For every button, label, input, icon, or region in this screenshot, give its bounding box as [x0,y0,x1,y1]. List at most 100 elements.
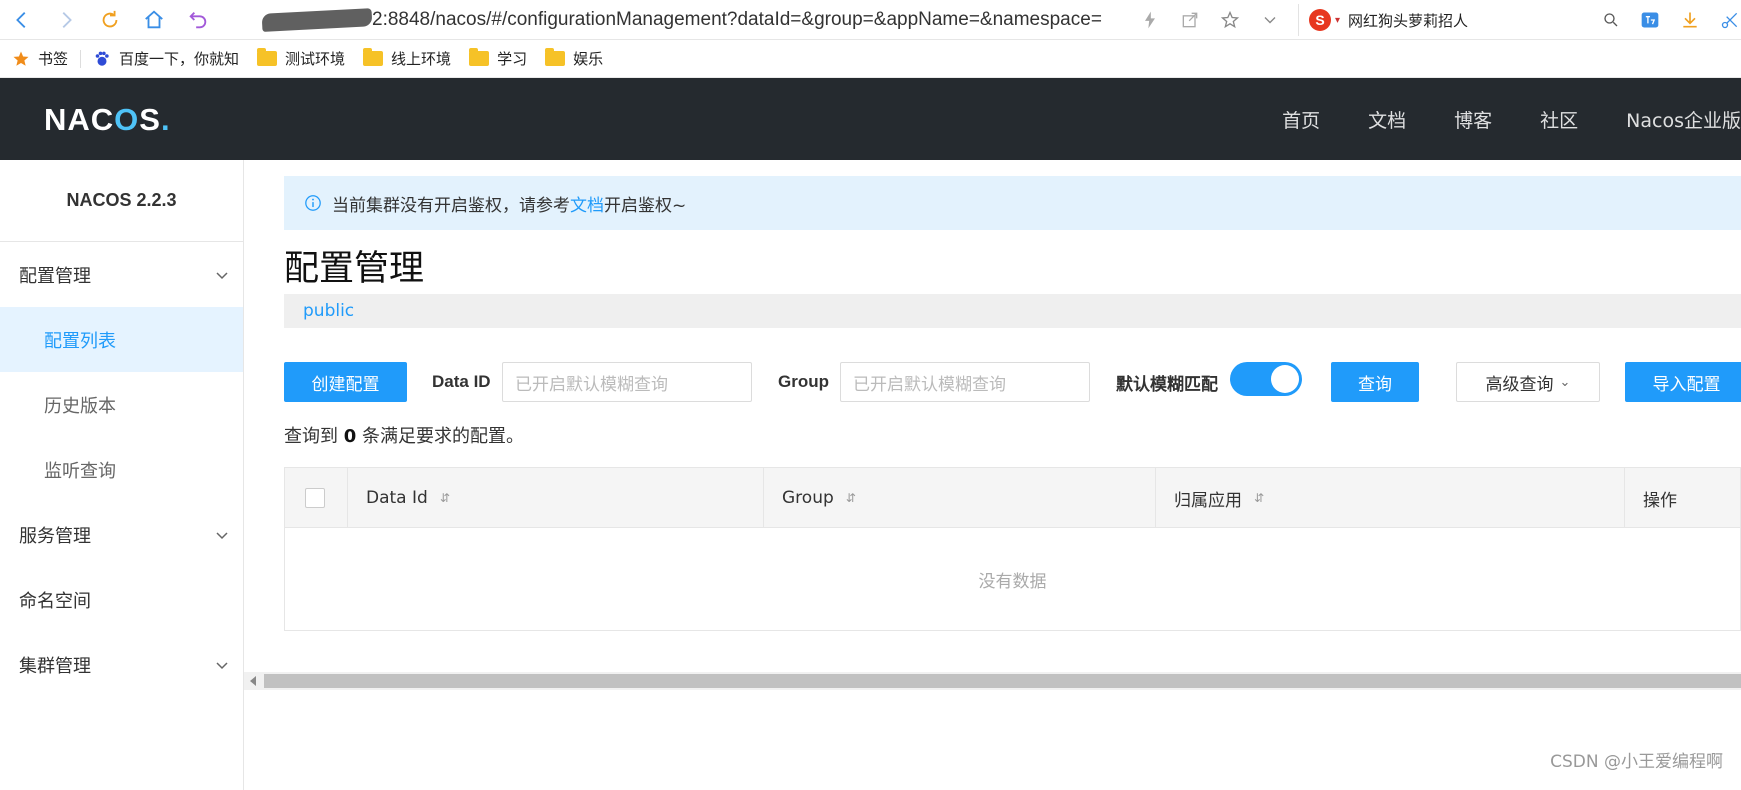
fuzzy-match-switch[interactable] [1230,362,1302,396]
logo-text-s: S [139,102,161,137]
group-input[interactable]: 已开启默认模糊查询 [840,362,1090,402]
bookmark-label: 学习 [497,50,528,68]
search-text: 网红狗头萝莉招人 [1348,11,1469,30]
redacted-host [261,8,373,32]
bookmark-baidu[interactable]: 百度一下，你就知 [93,48,239,69]
menu-item-config-list[interactable]: 配置列表 [0,307,243,372]
bookmark-folder-online[interactable]: 线上环境 [363,48,451,69]
advanced-query-button[interactable]: 高级查询 ⌄ [1456,362,1600,402]
menu-group-label: 配置管理 [19,265,91,287]
translate-icon [1641,12,1659,28]
forward-arrow-icon [62,11,72,28]
table-header: Data Id ⇵ Group ⇵ 归属应用 ⇵ 操作 [285,468,1740,528]
chevron-down-icon [216,531,228,539]
nav-enterprise[interactable]: Nacos企业版 [1626,106,1741,133]
reload-button[interactable] [88,0,132,40]
menu-namespace[interactable]: 命名空间 [0,567,243,632]
favorite-button[interactable] [1210,0,1250,40]
bookmark-label: 娱乐 [573,50,604,68]
scrollbar-thumb[interactable] [264,674,1741,688]
data-id-input[interactable]: 已开启默认模糊查询 [502,362,752,402]
menu-service-management[interactable]: 服务管理 [0,502,243,567]
search-engine-caret[interactable]: ▾ [1335,15,1340,26]
logo-dot: . [160,102,171,137]
url-text: 2:8848/nacos/#/configurationManagement?d… [372,9,1102,30]
column-label: 操作 [1643,490,1677,511]
bookmark-folder-study[interactable]: 学习 [469,48,527,69]
menu-group-label: 集群管理 [19,655,91,677]
star-icon [12,50,30,68]
nav-blog[interactable]: 博客 [1454,106,1492,133]
bookmark-label: 测试环境 [285,50,346,68]
chevron-down-icon: ⌄ [1559,374,1571,390]
download-button[interactable] [1670,0,1710,40]
logo-text: NAC [44,102,115,137]
sort-icon[interactable]: ⇵ [1254,491,1264,505]
sort-icon[interactable]: ⇵ [846,491,856,505]
bookmark-label: 百度一下，你就知 [119,50,240,68]
share-icon [1182,12,1198,28]
star-outline-icon [1220,10,1240,29]
undo-button[interactable] [176,0,220,40]
column-label: Group [782,488,834,508]
address-bar[interactable]: 2:8848/nacos/#/configurationManagement?d… [261,0,1122,40]
undo-icon [189,11,207,28]
namespace-public[interactable]: public [303,301,354,321]
back-button[interactable] [0,0,44,40]
home-button[interactable] [132,0,176,40]
lightning-button[interactable] [1130,0,1170,40]
version-label: NACOS 2.2.3 [0,160,243,242]
bookmark-label: 书签 [38,50,69,68]
page-title: 配置管理 [284,249,425,289]
menu-config-management[interactable]: 配置管理 [0,242,243,307]
menu-item-listener[interactable]: 监听查询 [0,437,243,502]
scroll-left-arrow-icon[interactable] [250,676,256,686]
switch-knob [1271,365,1299,393]
column-data-id[interactable]: Data Id ⇵ [348,468,764,528]
query-toolbar: 创建配置 Data ID 已开启默认模糊查询 Group 已开启默认模糊查询 默… [284,362,1741,402]
tools-button[interactable] [1710,0,1741,40]
address-dropdown-button[interactable] [1250,0,1290,40]
data-id-label: Data ID [432,372,491,391]
menu-group-label: 服务管理 [19,525,91,547]
forward-button[interactable] [44,0,88,40]
sort-icon[interactable]: ⇵ [440,491,450,505]
home-icon [145,10,163,28]
import-config-button[interactable]: 导入配置 [1625,362,1741,402]
select-all-checkbox[interactable] [305,488,325,508]
result-text-end: 条满足要求的配置。 [356,426,524,447]
chevron-down-icon [216,271,228,279]
logo-text-o: O [114,102,140,137]
query-button[interactable]: 查询 [1331,362,1419,402]
nav-home[interactable]: 首页 [1282,106,1320,133]
translate-button[interactable] [1630,0,1670,40]
notice-docs-link[interactable]: 文档 [570,191,604,216]
nav-community[interactable]: 社区 [1540,106,1578,133]
bookmark-divider [80,49,82,68]
search-icon[interactable] [1602,11,1620,29]
folder-icon [363,48,384,66]
nav-docs[interactable]: 文档 [1368,106,1406,133]
scissors-icon [1721,12,1738,29]
menu-item-history[interactable]: 历史版本 [0,372,243,437]
bookmark-shuqian[interactable]: 书签 [12,48,68,69]
search-box[interactable]: S ▾ 网红狗头萝莉招人 [1298,4,1620,36]
folder-icon [257,48,278,66]
bookmark-folder-test[interactable]: 测试环境 [257,48,345,69]
folder-icon [545,48,566,66]
group-label: Group [778,372,829,391]
fuzzy-match-label: 默认模糊匹配 [1116,374,1218,395]
horizontal-scrollbar[interactable] [244,672,1741,690]
create-config-button[interactable]: 创建配置 [284,362,407,402]
result-text: 查询到 [284,426,344,447]
column-app[interactable]: 归属应用 ⇵ [1156,468,1625,528]
empty-state: 没有数据 [978,571,1047,592]
nacos-logo[interactable]: NACOS. [44,102,171,138]
menu-cluster-management[interactable]: 集群管理 [0,632,243,697]
bookmarks-bar: 书签 百度一下，你就知 测试环境 线上环境 学习 娱乐 [0,40,1741,78]
column-group[interactable]: Group ⇵ [764,468,1156,528]
bookmark-folder-fun[interactable]: 娱乐 [545,48,603,69]
column-label: 归属应用 [1174,490,1242,511]
watermark: CSDN @小王爱编程啊 [1550,752,1723,772]
share-button[interactable] [1170,0,1210,40]
